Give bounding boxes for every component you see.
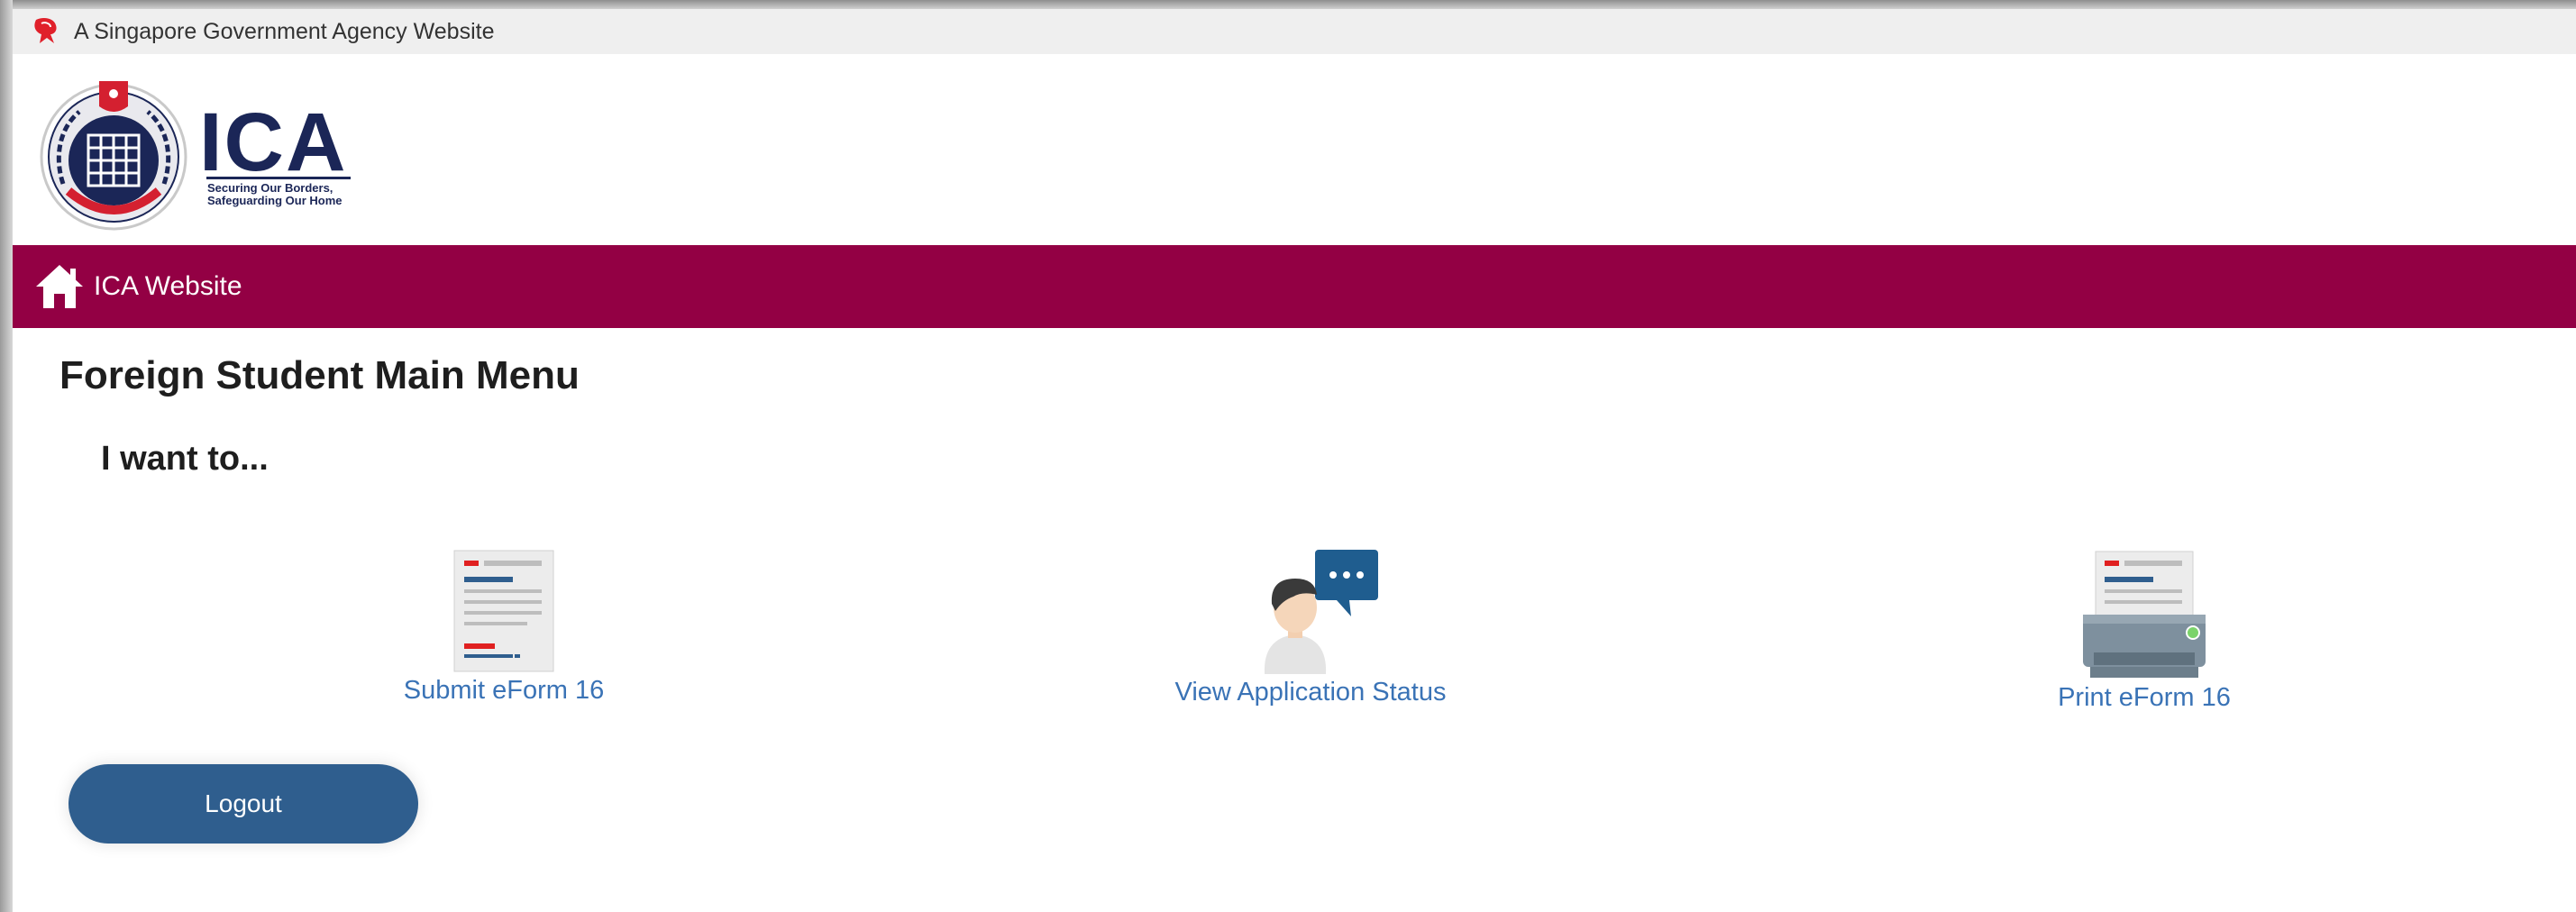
printer-icon[interactable] <box>2081 550 2207 679</box>
print-eform-16-link[interactable]: Print eForm 16 <box>2058 683 2231 713</box>
masthead-text: A Singapore Government Agency Website <box>74 18 495 44</box>
nav-bar: ICA Website <box>13 245 2576 328</box>
document-icon[interactable] <box>453 550 554 672</box>
person-chat-icon[interactable] <box>1243 548 1378 674</box>
gov-masthead: A Singapore Government Agency Website <box>13 9 2576 54</box>
site-header: ICA Securing Our Borders, Safeguarding O… <box>13 54 2576 245</box>
ica-wordmark: ICA <box>199 96 348 188</box>
print-eform-16-option[interactable]: Print eForm 16 <box>2014 550 2275 713</box>
submit-eform-16-link[interactable]: Submit eForm 16 <box>404 676 604 706</box>
logo-divider <box>206 177 351 179</box>
page: A Singapore Government Agency Website IC… <box>13 9 2576 912</box>
submit-eform-16-option[interactable]: Submit eForm 16 <box>382 550 626 706</box>
view-application-status-option[interactable]: View Application Status <box>1157 548 1464 707</box>
page-title: Foreign Student Main Menu <box>59 353 580 397</box>
logo-tagline-line2: Safeguarding Our Home <box>207 194 343 207</box>
logo-tagline: Securing Our Borders, Safeguarding Our H… <box>207 182 370 207</box>
logo-tagline-line1: Securing Our Borders, <box>207 181 333 195</box>
view-application-status-link[interactable]: View Application Status <box>1175 678 1447 707</box>
home-icon[interactable] <box>34 261 85 312</box>
window-frame-top <box>0 0 2576 9</box>
section-subtitle: I want to... <box>101 440 269 478</box>
ica-crest-icon <box>40 81 187 231</box>
singapore-lion-icon <box>34 18 57 43</box>
logout-button[interactable]: Logout <box>69 764 418 844</box>
window-frame-left <box>0 0 13 912</box>
ica-website-link[interactable]: ICA Website <box>94 271 242 302</box>
